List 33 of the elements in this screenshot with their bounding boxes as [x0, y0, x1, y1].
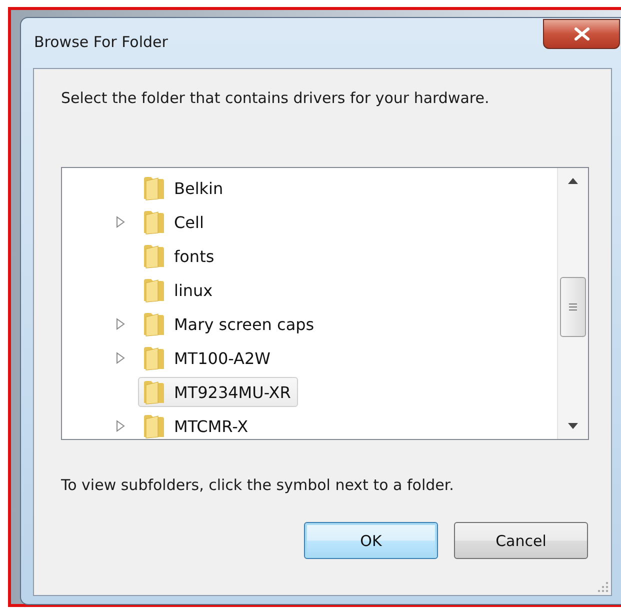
folder-item[interactable]: fonts — [138, 241, 222, 271]
folder-icon — [142, 379, 166, 405]
folder-icon — [142, 175, 166, 201]
resize-grip-icon[interactable] — [597, 581, 609, 593]
scroll-down-icon[interactable] — [568, 423, 578, 429]
scroll-thumb[interactable] — [560, 277, 586, 337]
folder-item[interactable]: MT100-A2W — [138, 343, 278, 373]
folder-icon — [142, 311, 166, 337]
expand-arrow-icon[interactable] — [116, 352, 125, 364]
expand-arrow-icon[interactable] — [116, 216, 125, 228]
folder-item[interactable]: Mary screen caps — [138, 309, 322, 339]
folder-icon — [142, 345, 166, 371]
folder-icon — [142, 243, 166, 269]
window-title: Browse For Folder — [34, 33, 168, 51]
folder-icon — [142, 209, 166, 235]
hint-text: To view subfolders, click the symbol next to a folder. — [61, 476, 455, 494]
grip-icon — [568, 302, 578, 312]
scroll-up-icon[interactable] — [568, 178, 578, 184]
folder-item[interactable]: MTCMR-X — [138, 411, 256, 439]
folder-icon — [142, 413, 166, 439]
scrollbar[interactable] — [557, 168, 588, 439]
folder-icon — [142, 277, 166, 303]
close-icon — [572, 27, 590, 41]
ok-button[interactable]: OK — [304, 522, 438, 559]
cancel-button[interactable]: Cancel — [454, 522, 588, 559]
expand-arrow-icon[interactable] — [116, 420, 125, 432]
folder-item[interactable]: linux — [138, 275, 220, 305]
instruction-text: Select the folder that contains drivers for your hardware. — [61, 89, 490, 107]
expand-arrow-icon[interactable] — [116, 318, 125, 330]
folder-item[interactable]: MT9234MU-XR — [138, 377, 298, 407]
close-button[interactable] — [543, 19, 620, 49]
folder-item[interactable]: Cell — [138, 207, 211, 237]
folder-item[interactable]: Belkin — [138, 173, 230, 203]
